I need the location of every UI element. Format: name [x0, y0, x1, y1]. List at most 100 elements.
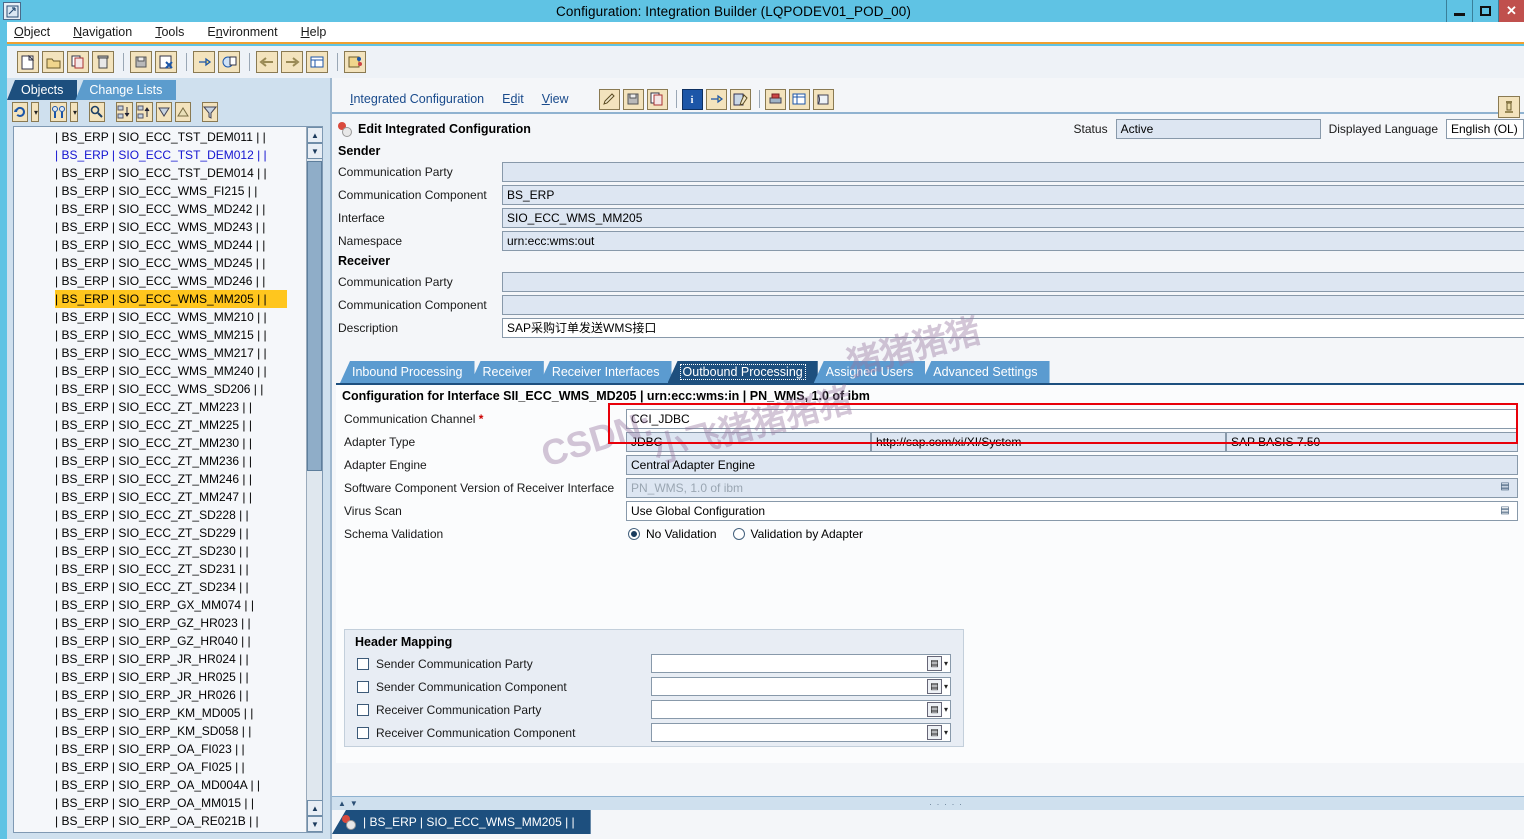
language-value[interactable]: English (OL): [1446, 119, 1524, 139]
value-help-icon[interactable]: ▤: [926, 656, 942, 671]
tree-item[interactable]: | BS_ERP | SIO_ECC_TST_DEM014 | |: [14, 164, 306, 182]
tree-item[interactable]: | BS_ERP | SIO_ECC_WMS_MD243 | |: [14, 218, 306, 236]
checkbox-receiver-communication-component[interactable]: [357, 726, 369, 739]
tree-item[interactable]: | BS_ERP | SIO_ECC_TST_DEM011 | |: [14, 128, 306, 146]
menu-item-tools[interactable]: Tools: [155, 25, 184, 39]
tree-item[interactable]: | BS_ERP | SIO_ECC_WMS_MD245 | |: [14, 254, 306, 272]
tab-outbound-processing[interactable]: Outbound Processing: [667, 361, 818, 383]
tree-item[interactable]: | BS_ERP | SIO_ECC_WMS_MM205 | |: [55, 290, 287, 308]
menu-item-integrated-configuration[interactable]: Integrated Configuration: [350, 92, 484, 106]
tree-item[interactable]: | BS_ERP | SIO_ECC_WMS_MM217 | |: [14, 344, 306, 362]
input-receiver-communication-party[interactable]: ▤ ▾: [651, 700, 951, 719]
menu-item-view[interactable]: View: [542, 92, 569, 106]
tree-item[interactable]: | BS_ERP | SIO_ECC_ZT_SD231 | |: [14, 560, 306, 578]
object-tree[interactable]: | BS_ERP | SIO_ECC_TST_DEM011 | | | BS_ER…: [13, 126, 323, 833]
print-icon[interactable]: [764, 88, 786, 110]
input-sender-interface[interactable]: SIO_ECC_WMS_MM205: [502, 207, 1524, 228]
tree-item[interactable]: | BS_ERP | SIO_ERP_OA_FI025 | |: [14, 758, 306, 776]
scroll-up-button-bottom[interactable]: ▲: [307, 800, 322, 816]
back-icon[interactable]: [256, 51, 278, 73]
tree-item[interactable]: | BS_ERP | SIO_ECC_ZT_MM223 | |: [14, 398, 306, 416]
input-sender-communication-component[interactable]: BS_ERP: [502, 184, 1524, 205]
open-icon[interactable]: [42, 51, 64, 73]
input-receiver-communication-component[interactable]: [502, 294, 1524, 315]
properties-icon[interactable]: [344, 51, 366, 73]
menu-item-edit[interactable]: Edit: [502, 92, 524, 106]
tree-item[interactable]: | BS_ERP | SIO_ECC_WMS_SD206 | |: [14, 380, 306, 398]
refresh-dropdown-icon[interactable]: ▾: [31, 102, 40, 122]
input-sender-communication-party[interactable]: [502, 161, 1524, 182]
input-receiver-communication-party[interactable]: [502, 271, 1524, 292]
tree-item[interactable]: | BS_ERP | SIO_ECC_ZT_MM225 | |: [14, 416, 306, 434]
maximize-button[interactable]: [1472, 0, 1498, 22]
input-receiver-communication-component[interactable]: ▤ ▾: [651, 723, 951, 742]
copy-icon[interactable]: [67, 51, 89, 73]
tree-item[interactable]: | BS_ERP | SIO_ECC_TST_DEM012 | |: [14, 146, 306, 164]
value-help-icon[interactable]: ▤: [926, 725, 942, 740]
tab-change-lists[interactable]: Change Lists: [75, 80, 177, 100]
table-icon[interactable]: [788, 88, 810, 110]
collapse-up-icon[interactable]: [136, 102, 154, 122]
scroll-down-button-bottom[interactable]: ▼: [307, 816, 322, 832]
checkbox-sender-communication-component[interactable]: [357, 680, 369, 693]
transport-icon[interactable]: [193, 51, 215, 73]
splitter-down-icon[interactable]: ▼: [350, 799, 358, 808]
tab-receiver[interactable]: Receiver: [470, 361, 544, 383]
tree-item[interactable]: | BS_ERP | SIO_ERP_OA_RE021B | |: [14, 812, 306, 830]
tree-item[interactable]: | BS_ERP | SIO_ERP_GZ_HR023 | |: [14, 614, 306, 632]
tree-item[interactable]: | BS_ERP | SIO_ECC_ZT_MM246 | |: [14, 470, 306, 488]
tree-item[interactable]: | BS_ERP | SIO_ERP_KM_MD005 | |: [14, 704, 306, 722]
input-virus-scan[interactable]: Use Global Configuration: [626, 500, 1518, 521]
change-list-icon[interactable]: [729, 88, 751, 110]
value-help-icon[interactable]: ▤: [1498, 478, 1512, 495]
tree-item[interactable]: | BS_ERP | SIO_ERP_OA_FI023 | |: [14, 740, 306, 758]
tree-item[interactable]: | BS_ERP | SIO_ERP_GX_MM074 | |: [14, 596, 306, 614]
tab-advanced-settings[interactable]: Advanced Settings: [921, 361, 1050, 383]
expand-down-icon[interactable]: [116, 102, 134, 122]
tree-item[interactable]: | BS_ERP | SIO_ECC_ZT_MM236 | |: [14, 452, 306, 470]
tab-objects[interactable]: Objects: [7, 80, 78, 100]
sort-ascending-icon[interactable]: [175, 102, 192, 122]
close-all-icon[interactable]: [155, 51, 177, 73]
chevron-down-icon[interactable]: ▾: [944, 705, 948, 714]
tree-item[interactable]: | BS_ERP | SIO_ERP_OA_MD004A | |: [14, 776, 306, 794]
tree-item[interactable]: | BS_ERP | SIO_ECC_ZT_MM247 | |: [14, 488, 306, 506]
sort-descending-icon[interactable]: [156, 102, 173, 122]
where-used-icon[interactable]: [218, 51, 240, 73]
panel-splitter[interactable]: ▲ ▼ · · · · ·: [332, 796, 1524, 810]
close-icon[interactable]: [646, 88, 668, 110]
where-used-icon[interactable]: [705, 88, 727, 110]
menu-item-help[interactable]: Help: [301, 25, 327, 39]
value-help-icon[interactable]: ▤: [926, 702, 942, 717]
info-icon[interactable]: i: [681, 88, 703, 110]
scroll-down-button[interactable]: ▼: [307, 143, 322, 159]
refresh-icon[interactable]: [12, 102, 28, 122]
tree-item[interactable]: | BS_ERP | SIO_ECC_ZT_SD230 | |: [14, 542, 306, 560]
tree-item[interactable]: | BS_ERP | SIO_ECC_ZT_SD229 | |: [14, 524, 306, 542]
value-help-icon[interactable]: ▤: [1498, 502, 1512, 519]
compare-dropdown-icon[interactable]: ▾: [70, 102, 79, 122]
tree-item[interactable]: | BS_ERP | SIO_ECC_WMS_MM210 | |: [14, 308, 306, 326]
menu-item-navigation[interactable]: Navigation: [73, 25, 132, 39]
tree-item[interactable]: | BS_ERP | SIO_ECC_WMS_MD244 | |: [14, 236, 306, 254]
tree-item[interactable]: | BS_ERP | SIO_ECC_WMS_FI215 | |: [14, 182, 306, 200]
tab-assigned-users[interactable]: Assigned Users: [813, 361, 926, 383]
chevron-down-icon[interactable]: ▾: [944, 682, 948, 691]
tree-item[interactable]: | BS_ERP | SIO_ERP_OA_MM015 | |: [14, 794, 306, 812]
list-icon[interactable]: [306, 51, 328, 73]
tree-item[interactable]: | BS_ERP | SIO_ECC_ZT_SD228 | |: [14, 506, 306, 524]
tree-item[interactable]: | BS_ERP | SIO_ECC_ZT_MM230 | |: [14, 434, 306, 452]
minimize-button[interactable]: [1446, 0, 1472, 22]
transport-icon[interactable]: [1498, 96, 1520, 118]
tree-item[interactable]: | BS_ERP | SIO_ECC_WMS_MD242 | |: [14, 200, 306, 218]
menu-item-environment[interactable]: Environment: [207, 25, 277, 39]
input-communication-channel[interactable]: CCI_JDBC: [626, 408, 1518, 429]
input-sender-communication-party[interactable]: ▤ ▾: [651, 654, 951, 673]
chevron-down-icon[interactable]: ▾: [944, 728, 948, 737]
new-icon[interactable]: [17, 51, 39, 73]
checkbox-receiver-communication-party[interactable]: [357, 703, 369, 716]
forward-icon[interactable]: [281, 51, 303, 73]
tree-item[interactable]: | BS_ERP | SIO_ERP_JR_HR024 | |: [14, 650, 306, 668]
scrollbar-thumb[interactable]: [307, 161, 322, 471]
save-icon[interactable]: [622, 88, 644, 110]
